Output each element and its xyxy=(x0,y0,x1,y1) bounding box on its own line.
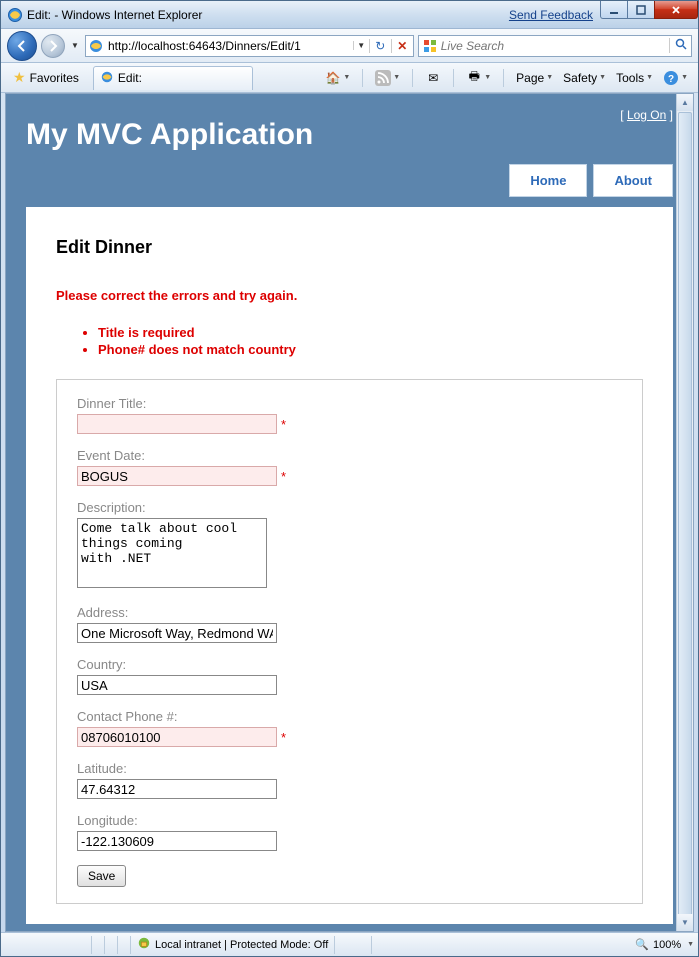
search-button[interactable] xyxy=(669,38,691,53)
validation-error: Title is required xyxy=(98,325,643,340)
input-latitude[interactable] xyxy=(77,779,277,799)
window-controls xyxy=(601,1,698,28)
safety-menu[interactable]: Safety▼ xyxy=(559,69,610,87)
label-latitude: Latitude: xyxy=(77,761,622,776)
back-button[interactable] xyxy=(7,31,37,61)
rss-icon xyxy=(375,70,391,86)
req-marker: * xyxy=(281,469,286,484)
label-description: Description: xyxy=(77,500,622,515)
logon-link[interactable]: Log On xyxy=(627,108,666,122)
help-icon: ? xyxy=(663,70,679,86)
navigation-bar: ▼ ▼ ↻ ✕ xyxy=(1,29,698,63)
input-phone[interactable] xyxy=(77,727,277,747)
feeds-button[interactable]: ▼ xyxy=(371,68,404,88)
url-input[interactable] xyxy=(106,37,353,55)
req-marker: * xyxy=(281,417,286,432)
tools-menu[interactable]: Tools▼ xyxy=(612,69,657,87)
label-address: Address: xyxy=(77,605,622,620)
zoom-level[interactable]: 100% xyxy=(653,939,681,951)
validation-errors: Title is required Phone# does not match … xyxy=(98,325,643,357)
req-marker: * xyxy=(281,730,286,745)
scroll-thumb[interactable] xyxy=(678,112,692,932)
search-bar xyxy=(418,35,692,57)
tab-title: Edit: xyxy=(118,71,142,85)
home-icon: 🏠 xyxy=(325,70,341,86)
star-icon: ★ xyxy=(13,69,26,86)
tab-page-icon xyxy=(100,70,114,87)
mail-icon: ✉ xyxy=(425,70,441,86)
input-description[interactable]: Come talk about cool things coming with … xyxy=(77,518,267,588)
search-provider-icon xyxy=(422,38,438,54)
menu-home[interactable]: Home xyxy=(509,164,587,197)
browser-window: Edit: - Windows Internet Explorer Send F… xyxy=(0,0,699,957)
zoom-icon: 🔍 xyxy=(635,938,649,951)
label-title: Dinner Title: xyxy=(77,396,622,411)
vertical-scrollbar[interactable]: ▲ ▼ xyxy=(676,94,693,931)
validation-error: Phone# does not match country xyxy=(98,342,643,357)
close-button[interactable] xyxy=(654,1,698,19)
maximize-button[interactable] xyxy=(627,1,655,19)
scroll-up-button[interactable]: ▲ xyxy=(677,94,693,111)
input-title[interactable] xyxy=(77,414,277,434)
label-longitude: Longitude: xyxy=(77,813,622,828)
intranet-icon xyxy=(137,936,151,953)
content-panel: Edit Dinner Please correct the errors an… xyxy=(26,207,673,924)
url-dropdown[interactable]: ▼ xyxy=(353,41,369,50)
page-heading: Edit Dinner xyxy=(56,237,643,258)
page-menu[interactable]: Page▼ xyxy=(512,69,557,87)
input-longitude[interactable] xyxy=(77,831,277,851)
validation-summary: Please correct the errors and try again. xyxy=(56,288,643,303)
label-phone: Contact Phone #: xyxy=(77,709,622,724)
app-title: My MVC Application xyxy=(26,104,620,152)
command-bar: ★ Favorites Edit: 🏠▼ ▼ ✉ 🖶▼ Page▼ Safety… xyxy=(1,63,698,93)
history-dropdown[interactable]: ▼ xyxy=(69,41,81,50)
search-input[interactable] xyxy=(441,37,669,55)
print-icon: 🖶 xyxy=(466,70,482,86)
input-country[interactable] xyxy=(77,675,277,695)
window-title: Edit: - Windows Internet Explorer xyxy=(27,8,509,22)
label-eventdate: Event Date: xyxy=(77,448,622,463)
security-zone[interactable]: Local intranet | Protected Mode: Off xyxy=(137,936,328,953)
stop-button[interactable]: ✕ xyxy=(391,39,413,53)
input-eventdate[interactable] xyxy=(77,466,277,486)
menu-about[interactable]: About xyxy=(593,164,673,197)
viewport: My MVC Application [ Log On ] Home About… xyxy=(5,93,694,932)
input-address[interactable] xyxy=(77,623,277,643)
home-button[interactable]: 🏠▼ xyxy=(321,68,354,88)
mail-button[interactable]: ✉ xyxy=(421,68,445,88)
favorites-label: Favorites xyxy=(30,71,79,85)
scroll-down-button[interactable]: ▼ xyxy=(677,914,693,931)
browser-tab[interactable]: Edit: xyxy=(93,66,253,90)
svg-text:?: ? xyxy=(668,74,674,85)
page-icon xyxy=(88,38,104,54)
send-feedback-link[interactable]: Send Feedback xyxy=(509,8,593,22)
help-button[interactable]: ?▼ xyxy=(659,68,692,88)
form-fieldset: Dinner Title: * Event Date: * Descriptio… xyxy=(56,379,643,904)
label-country: Country: xyxy=(77,657,622,672)
status-bar: Local intranet | Protected Mode: Off 🔍 1… xyxy=(1,932,698,956)
logon-area: [ Log On ] xyxy=(620,104,673,122)
page-content: My MVC Application [ Log On ] Home About… xyxy=(6,94,693,931)
print-button[interactable]: 🖶▼ xyxy=(462,68,495,88)
forward-button[interactable] xyxy=(41,34,65,58)
zoom-dropdown[interactable]: ▼ xyxy=(685,941,694,948)
refresh-button[interactable]: ↻ xyxy=(369,39,391,53)
zone-text: Local intranet | Protected Mode: Off xyxy=(155,939,328,951)
address-bar: ▼ ↻ ✕ xyxy=(85,35,414,57)
main-menu: Home About xyxy=(6,152,693,207)
minimize-button[interactable] xyxy=(600,1,628,19)
ie-icon xyxy=(7,7,23,23)
favorites-button[interactable]: ★ Favorites xyxy=(7,67,85,88)
save-button[interactable]: Save xyxy=(77,865,126,887)
titlebar: Edit: - Windows Internet Explorer Send F… xyxy=(1,1,698,29)
